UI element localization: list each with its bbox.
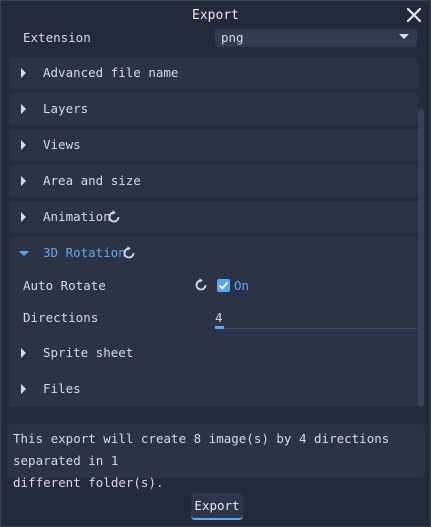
section-label: Advanced file name <box>43 65 179 80</box>
section-label: Layers <box>43 101 89 116</box>
chevron-right-icon <box>21 104 26 114</box>
section-label: Files <box>43 381 81 396</box>
extension-label: Extension <box>23 30 91 45</box>
text-cursor <box>215 326 224 329</box>
section-label: Sprite sheet <box>43 345 134 360</box>
section-label: Animation <box>43 209 111 224</box>
export-options-panel: Extension png Advanced file name Layers … <box>7 29 425 407</box>
chevron-right-icon <box>21 140 26 150</box>
export-summary-line: different folder(s). <box>13 475 164 490</box>
check-icon <box>218 281 229 290</box>
chevron-right-icon <box>21 384 26 394</box>
directions-label: Directions <box>23 310 99 325</box>
section-views[interactable]: Views <box>9 129 418 161</box>
auto-rotate-checkbox[interactable] <box>217 279 230 292</box>
section-files[interactable]: Files <box>9 373 418 405</box>
auto-rotate-label: Auto Rotate <box>23 278 106 293</box>
section-label: Views <box>43 137 81 152</box>
section-sprite-sheet[interactable]: Sprite sheet <box>9 337 418 369</box>
extension-row: Extension png <box>7 29 419 47</box>
chevron-right-icon <box>21 176 26 186</box>
extension-value: png <box>221 29 244 45</box>
close-icon[interactable] <box>404 5 424 25</box>
export-button[interactable]: Export <box>191 493 243 520</box>
chevron-right-icon <box>21 348 26 358</box>
section-label: Area and size <box>43 173 141 188</box>
section-label: 3D Rotation <box>43 245 126 260</box>
chevron-down-icon <box>399 34 409 39</box>
directions-input[interactable]: 4 <box>215 307 419 329</box>
auto-rotate-state: On <box>234 278 250 293</box>
chevron-right-icon <box>21 68 26 78</box>
reset-icon[interactable] <box>107 210 121 224</box>
directions-value: 4 <box>215 310 223 325</box>
section-advanced-file-name[interactable]: Advanced file name <box>9 57 418 89</box>
section-animation[interactable]: Animation <box>9 201 418 233</box>
extension-select[interactable]: png <box>215 29 417 47</box>
reset-icon[interactable] <box>194 278 208 292</box>
section-layers[interactable]: Layers <box>9 93 418 125</box>
chevron-down-icon <box>19 251 29 256</box>
section-area-and-size[interactable]: Area and size <box>9 165 418 197</box>
scrollbar[interactable] <box>418 109 424 407</box>
export-summary: This export will create 8 image(s) by 4 … <box>7 424 425 490</box>
export-dialog: Export Extension png Advanced file name … <box>0 0 431 527</box>
chevron-right-icon <box>21 212 26 222</box>
title-bar: Export <box>1 1 430 29</box>
dialog-title: Export <box>192 7 239 23</box>
reset-icon[interactable] <box>122 246 136 260</box>
export-summary-line: This export will create 8 image(s) by 4 … <box>13 431 390 468</box>
